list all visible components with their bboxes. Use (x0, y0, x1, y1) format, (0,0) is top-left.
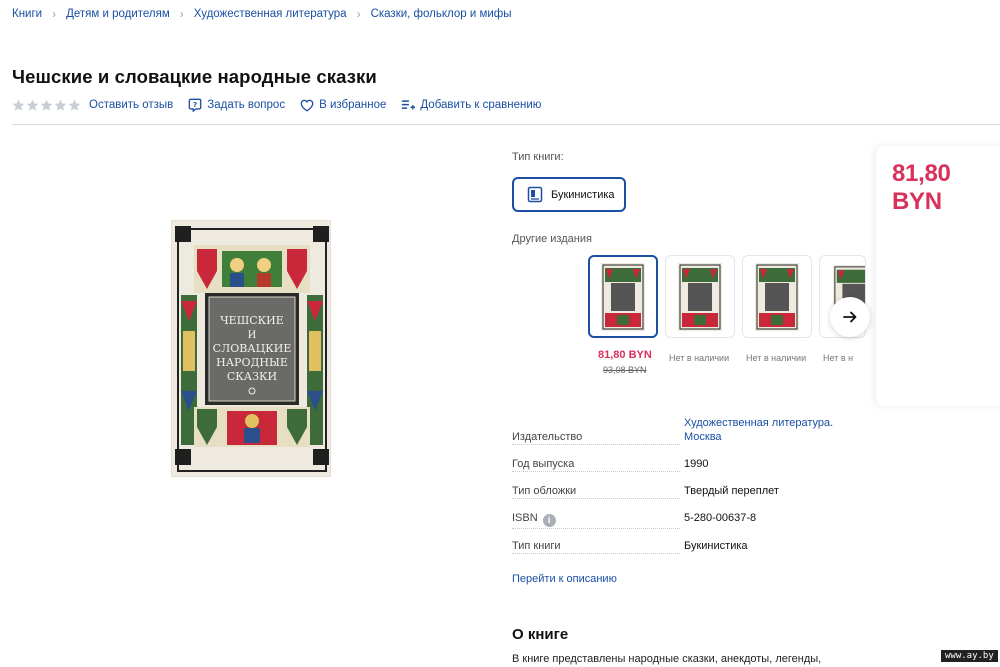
leave-review-link[interactable]: Оставить отзыв (89, 99, 173, 111)
edition-status: Нет в наличии (746, 353, 807, 363)
star-icon (26, 99, 39, 111)
rating-stars[interactable] (12, 99, 81, 112)
book-cover-image[interactable]: ЧЕШСКИЕ И СЛОВАЦКИЕ НАРОДНЫЕ СКАЗКИ (171, 220, 331, 477)
cover-title-line-4: НАРОДНЫЕ (216, 356, 288, 369)
product-price: 81,80 BYN (892, 160, 951, 215)
spec-label-publisher: Издательство (512, 431, 680, 445)
spec-label-cover-type: Тип обложки (512, 485, 680, 499)
edition-status: Нет в н (823, 353, 854, 363)
edition-status: Нет в наличии (669, 353, 730, 363)
edition-card[interactable] (588, 255, 658, 338)
spec-value-publisher[interactable]: Художественная литература. Москва (684, 416, 844, 444)
cover-title-line-2: И (248, 330, 257, 341)
spec-label-year: Год выпуска (512, 458, 680, 472)
edition-cover-thumbnail (755, 262, 799, 331)
header-divider (12, 124, 1000, 125)
svg-text:?: ? (193, 101, 197, 109)
book-type-option[interactable]: Букинистика (512, 177, 626, 212)
ask-question-label: Задать вопрос (207, 99, 286, 111)
add-to-compare-label: Добавить к сравнению (420, 99, 542, 111)
info-icon[interactable]: i (542, 514, 556, 527)
star-icon (68, 99, 81, 111)
book-type-value: Букинистика (551, 188, 615, 201)
edition-cover-thumbnail (678, 262, 722, 331)
add-to-favorites-link[interactable]: В избранное (300, 99, 386, 112)
book-cover-art: ЧЕШСКИЕ И СЛОВАЦКИЕ НАРОДНЫЕ СКАЗКИ (172, 221, 330, 476)
heart-icon (300, 99, 314, 112)
book-type-label: Тип книги: (512, 151, 564, 163)
edition-card[interactable] (742, 255, 812, 338)
arrow-right-icon (843, 311, 857, 323)
product-actions: Оставить отзыв ? Задать вопрос В избранн… (12, 98, 556, 112)
add-to-compare-link[interactable]: Добавить к сравнению (401, 99, 541, 112)
spec-value-year: 1990 (684, 458, 709, 470)
spec-label-isbn-row: ISBN i (512, 512, 680, 529)
edition-price: 81,80 BYN (598, 349, 652, 361)
edition-cover-thumbnail (601, 262, 645, 331)
compare-list-icon (402, 99, 416, 109)
edition-old-price: 93,08 BYN (603, 365, 647, 375)
breadcrumb-item-kids[interactable]: Детям и родителям (66, 8, 170, 20)
spec-label-isbn: ISBN (512, 512, 538, 524)
cover-title-line-3: СЛОВАЦКИЕ (213, 342, 292, 355)
edition-card[interactable] (665, 255, 735, 338)
book-icon (527, 186, 543, 203)
spec-label-book-type: Тип книги (512, 540, 680, 554)
question-bubble-icon: ? (188, 98, 202, 112)
spec-value-isbn: 5-280-00637-8 (684, 512, 757, 524)
spec-value-book-type: Букинистика (684, 540, 748, 552)
add-to-favorites-label: В избранное (319, 99, 387, 111)
about-book-text: В книге представлены народные сказки, ан… (512, 653, 822, 665)
cover-title-line-5: СКАЗКИ (227, 370, 277, 383)
ask-question-link[interactable]: ? Задать вопрос (188, 98, 285, 112)
spec-value-cover-type: Твердый переплет (684, 485, 779, 497)
star-icon (40, 99, 53, 111)
carousel-next-button[interactable] (830, 297, 870, 337)
other-editions-label: Другие издания (512, 233, 592, 245)
chevron-right-icon: › (52, 7, 57, 21)
breadcrumb-item-fairy-tales[interactable]: Сказки, фольклор и мифы (371, 8, 512, 20)
breadcrumb: Книги › Детям и родителям › Художественн… (12, 7, 512, 21)
goto-description-link[interactable]: Перейти к описанию (512, 573, 617, 585)
star-icon (54, 99, 67, 111)
site-watermark: www.ay.by (941, 650, 998, 662)
breadcrumb-item-books[interactable]: Книги (12, 8, 42, 20)
leave-review-label: Оставить отзыв (89, 99, 174, 111)
cover-title-line-1: ЧЕШСКИЕ (220, 314, 284, 327)
chevron-right-icon: › (356, 7, 361, 21)
chevron-right-icon: › (179, 7, 184, 21)
about-book-heading: О книге (512, 626, 569, 643)
star-icon (12, 99, 25, 111)
breadcrumb-item-fiction[interactable]: Художественная литература (194, 8, 347, 20)
page-title: Чешские и словацкие народные сказки (12, 66, 377, 87)
